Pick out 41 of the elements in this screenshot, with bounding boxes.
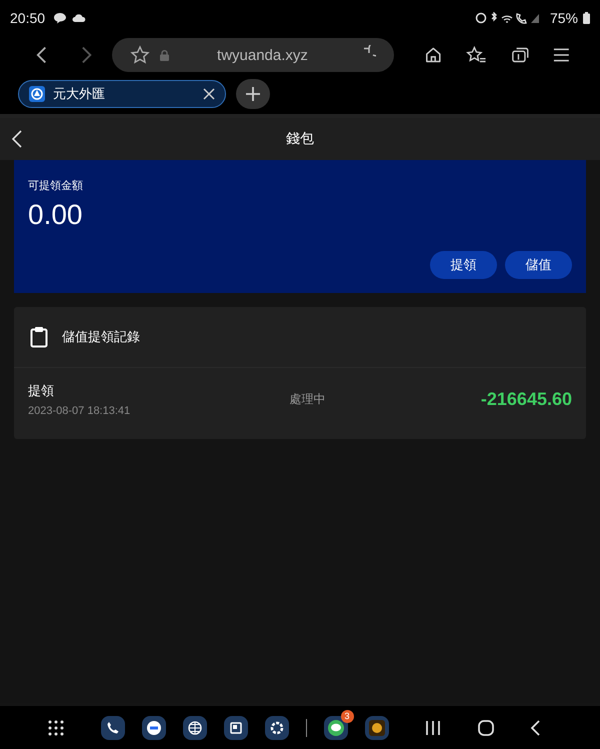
cloud-icon (72, 13, 86, 23)
record-time: 2023-08-07 18:13:41 (28, 405, 132, 417)
forward-icon[interactable] (81, 45, 92, 65)
bookmarks-icon[interactable] (466, 45, 487, 65)
balance-amount: 0.00 (28, 199, 84, 231)
game-app-icon[interactable] (364, 716, 388, 740)
notification-badge: 3 (340, 710, 354, 722)
gallery-icon[interactable] (224, 716, 248, 740)
record-type: 提領 (28, 382, 55, 400)
home-icon[interactable] (424, 45, 442, 65)
apps-grid-icon[interactable] (48, 720, 64, 736)
phone-icon[interactable] (100, 716, 124, 740)
page-title: 錢包 (286, 130, 314, 148)
address-bar[interactable]: twyuanda.xyz (112, 38, 394, 72)
status-icons-drawing (474, 12, 541, 24)
chat-icon (53, 12, 68, 24)
balance-label: 可提領金額 (28, 178, 84, 193)
browser-tab[interactable]: 元大外匯 (18, 80, 226, 108)
clipboard-icon (30, 326, 48, 348)
battery-icon (583, 12, 590, 24)
record-amount: -216645.60 (480, 389, 572, 410)
close-icon[interactable] (203, 88, 215, 100)
url-text[interactable]: twyuanda.xyz (179, 46, 346, 64)
globe-icon[interactable] (182, 716, 206, 740)
recents-icon[interactable] (425, 720, 441, 736)
message-icon[interactable] (142, 716, 166, 740)
action-button[interactable]: 提領 (430, 251, 497, 279)
menu-icon[interactable] (553, 47, 570, 63)
aperture-icon[interactable] (264, 716, 288, 740)
tabs-icon[interactable] (510, 45, 530, 65)
site-logo-icon (29, 86, 45, 102)
new-tab-icon[interactable] (236, 79, 270, 109)
lock-icon (160, 50, 170, 60)
battery-level: 75% (550, 10, 578, 26)
action-button[interactable]: 儲值 (505, 251, 572, 279)
back-icon[interactable] (36, 45, 48, 65)
records-title: 儲值提領記錄 (62, 328, 140, 346)
record-status: 處理中 (288, 391, 327, 408)
home-button-icon[interactable] (478, 720, 494, 736)
status-time: 20:50 (10, 10, 46, 26)
star-icon[interactable] (130, 45, 150, 65)
